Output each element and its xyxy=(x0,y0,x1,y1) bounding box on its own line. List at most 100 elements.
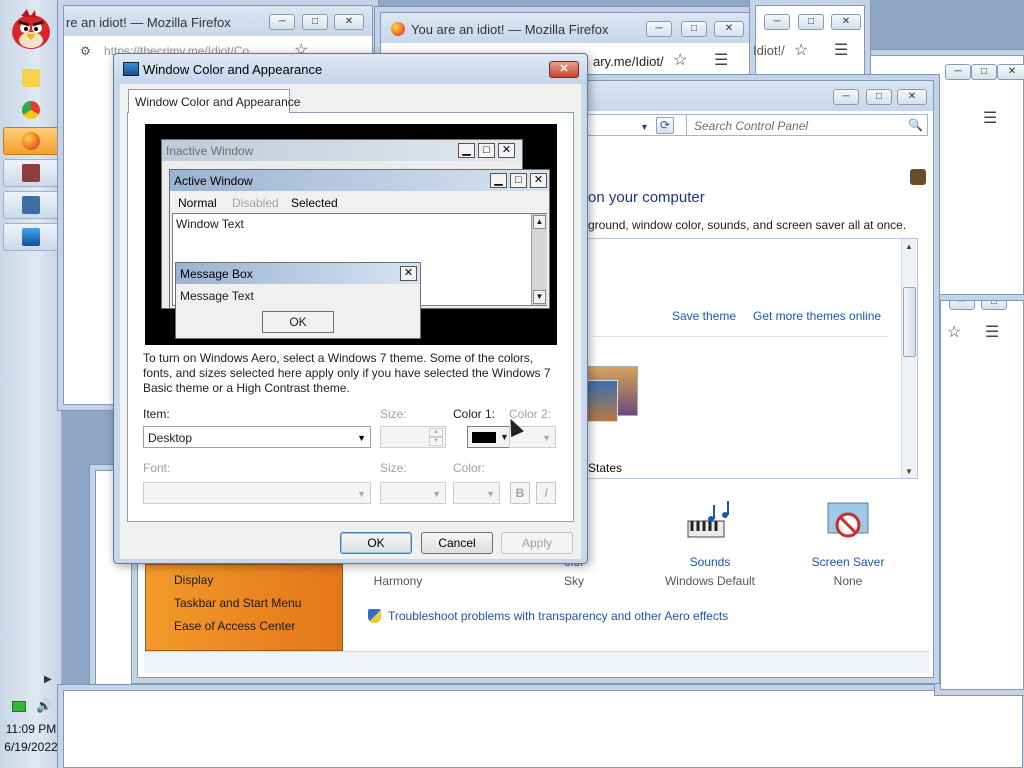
refresh-button[interactable]: ⟳ xyxy=(656,117,674,134)
minimize-button[interactable]: ─ xyxy=(945,64,971,80)
volume-icon[interactable]: 🔊 xyxy=(36,698,52,714)
address-dropdown-icon[interactable]: ▼ xyxy=(640,122,649,132)
font-color-picker[interactable]: ▼ xyxy=(453,482,500,504)
scroll-thumb[interactable] xyxy=(903,287,916,357)
preview-menu-selected: Selected xyxy=(291,196,338,210)
screen-saver-item[interactable]: Screen Saver None xyxy=(788,499,908,588)
bookmark-star-icon[interactable]: ☆ xyxy=(673,50,687,70)
dialog-body: Window Color and Appearance Inactive Win… xyxy=(120,84,581,559)
bookmark-star-icon[interactable]: ☆ xyxy=(794,40,808,60)
themes-list[interactable] xyxy=(583,238,918,479)
spin-down-icon[interactable]: ▼ xyxy=(429,437,443,446)
clock-date[interactable]: 6/19/2022 xyxy=(0,740,62,754)
spin-up-icon[interactable]: ▲ xyxy=(429,428,443,437)
sounds-label[interactable]: Sounds xyxy=(650,555,770,569)
save-theme-link[interactable]: Save theme xyxy=(672,309,736,323)
show-hidden-icons-icon[interactable]: ▶ xyxy=(44,674,52,685)
maximize-button[interactable]: □ xyxy=(681,21,707,37)
bookmark-star-icon[interactable]: ☆ xyxy=(947,322,961,342)
bold-button[interactable]: B xyxy=(510,482,530,504)
minimize-button[interactable]: ─ xyxy=(764,14,790,30)
display-link[interactable]: Display xyxy=(174,573,213,587)
minimize-button[interactable]: ─ xyxy=(646,21,672,37)
maximize-button[interactable]: □ xyxy=(971,64,997,80)
clock-time[interactable]: 11:09 PM xyxy=(0,722,62,736)
apply-button[interactable]: Apply xyxy=(501,532,573,554)
minimize-button[interactable]: ─ xyxy=(269,14,295,30)
menu-icon[interactable]: ☰ xyxy=(834,40,848,60)
menu-icon[interactable]: ☰ xyxy=(985,322,999,342)
start-button[interactable] xyxy=(7,6,55,52)
close-button[interactable]: ✕ xyxy=(997,64,1024,80)
shield-icon xyxy=(368,609,381,623)
minimize-button[interactable]: ─ xyxy=(833,89,859,105)
preview-menu-normal: Normal xyxy=(178,196,217,210)
screen-saver-label[interactable]: Screen Saver xyxy=(788,555,908,569)
cancel-button[interactable]: Cancel xyxy=(421,532,493,554)
chevron-down-icon: ▼ xyxy=(500,432,509,442)
theme-thumbnail[interactable] xyxy=(582,366,638,434)
close-button[interactable]: ✕ xyxy=(334,14,364,30)
chevron-down-icon: ▼ xyxy=(486,489,495,499)
taskbar-folder-button[interactable] xyxy=(3,64,59,92)
color1-picker[interactable]: ▼ xyxy=(467,426,513,448)
scroll-down-icon[interactable]: ▼ xyxy=(905,467,913,476)
taskbar-control-panel-button[interactable] xyxy=(3,191,59,219)
page-settings-icon[interactable]: ⚙ xyxy=(80,44,91,58)
help-icon[interactable] xyxy=(910,169,926,185)
maximize-button[interactable]: □ xyxy=(798,14,824,30)
close-button[interactable]: ✕ xyxy=(714,21,744,37)
scroll-up-icon[interactable]: ▲ xyxy=(905,242,913,251)
preview-message-box[interactable]: Message Box ✕ Message Text OK xyxy=(175,262,421,339)
maximize-button[interactable]: □ xyxy=(866,89,892,105)
taskbar-chrome-button[interactable] xyxy=(3,96,59,124)
menu-icon[interactable]: ☰ xyxy=(714,50,728,70)
preview-maximize-icon: □ xyxy=(478,143,495,158)
network-icon[interactable] xyxy=(12,701,26,712)
preview-close-icon: ✕ xyxy=(498,143,515,158)
close-button[interactable]: ✕ xyxy=(831,14,861,30)
address-bar[interactable]: Idiot!/ xyxy=(753,43,785,58)
tab-window-color[interactable]: Window Color and Appearance xyxy=(128,89,300,113)
dialog-title: Window Color and Appearance xyxy=(143,62,323,77)
get-more-themes-link[interactable]: Get more themes online xyxy=(753,309,881,323)
preview-minimize-icon: ▁ xyxy=(458,143,475,158)
address-bar[interactable]: ary.me/Idiot/ xyxy=(593,54,664,69)
ease-of-access-link[interactable]: Ease of Access Center xyxy=(174,619,295,633)
troubleshoot-link[interactable]: Troubleshoot problems with transparency … xyxy=(388,609,728,623)
taskbar-firefox-button[interactable] xyxy=(3,127,59,155)
firefox-title-bar: You are an idiot! — Mozilla Firefox ─ □ … xyxy=(381,13,749,43)
sounds-item[interactable]: Sounds Windows Default xyxy=(650,499,770,588)
search-icon[interactable]: 🔍 xyxy=(908,118,923,132)
close-button[interactable]: ✕ xyxy=(897,89,927,105)
size-label: Size: xyxy=(380,407,407,421)
item-size-spinner[interactable]: ▲ ▼ xyxy=(380,426,446,448)
font-select[interactable]: ▼ xyxy=(143,482,371,504)
maximize-button[interactable]: □ xyxy=(981,294,1007,310)
chevron-down-icon: ▼ xyxy=(432,489,441,499)
minimize-button[interactable]: ─ xyxy=(949,294,975,310)
chevron-down-icon: ▼ xyxy=(357,489,366,499)
appearance-preview[interactable]: Inactive Window ▁ □ ✕ Active Window ▁ □ … xyxy=(145,124,557,345)
close-button[interactable]: ✕ xyxy=(549,61,579,78)
notification-area: ▶ 🔊 11:09 PM 6/19/2022 xyxy=(0,668,62,768)
taskbar-media-button[interactable] xyxy=(3,159,59,187)
ok-button[interactable]: OK xyxy=(340,532,412,554)
maximize-button[interactable]: □ xyxy=(302,14,328,30)
italic-button[interactable]: I xyxy=(536,482,556,504)
themes-scrollbar[interactable]: ▲ ▼ xyxy=(901,239,917,478)
dialog-title-bar[interactable]: Window Color and Appearance ✕ xyxy=(114,54,587,84)
font-size-label: Size: xyxy=(380,461,407,475)
menu-icon[interactable]: ☰ xyxy=(983,108,997,128)
item-select[interactable]: Desktop ▼ xyxy=(143,426,371,448)
control-panel-icon xyxy=(22,196,40,214)
background-window: ─ □ ☆ ☰ xyxy=(940,285,1024,690)
sounds-icon xyxy=(687,501,729,538)
taskbar-display-button[interactable] xyxy=(3,223,59,251)
sounds-value: Windows Default xyxy=(664,574,756,588)
preview-msgbox-title: Message Box xyxy=(176,263,420,284)
theme-name[interactable]: States xyxy=(588,461,622,475)
taskbar-start-menu-link[interactable]: Taskbar and Start Menu xyxy=(174,596,301,610)
chrome-icon xyxy=(22,101,40,119)
font-size-select[interactable]: ▼ xyxy=(380,482,446,504)
